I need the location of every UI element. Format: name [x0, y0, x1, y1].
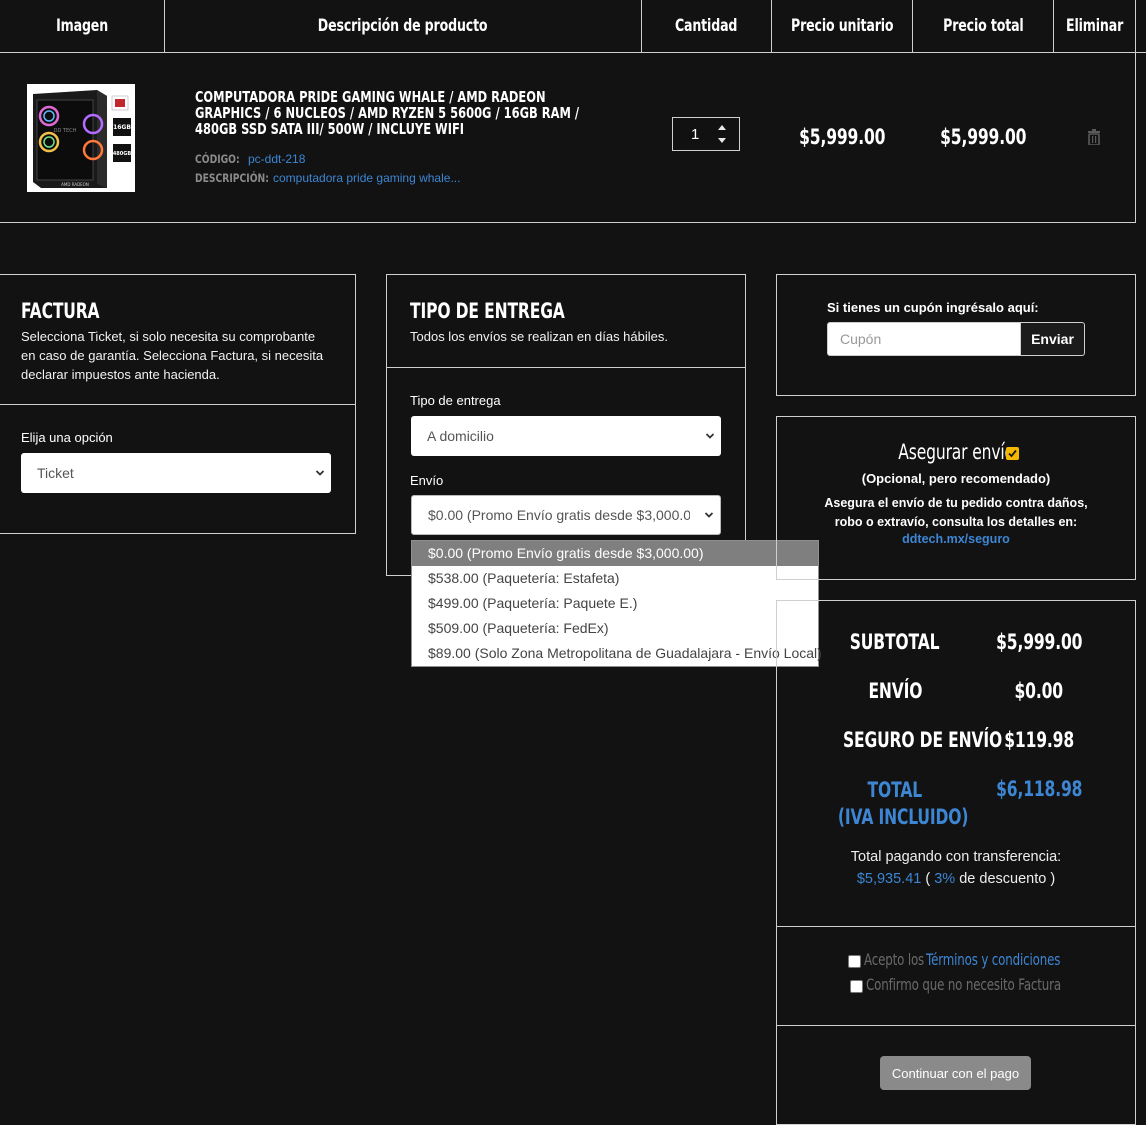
tipo-entrega-label: Tipo de entrega: [410, 393, 501, 408]
check-icon: [1008, 449, 1017, 458]
transfer-suffix: de descuento ): [959, 871, 1056, 887]
subtotal-value: $5,999.00: [995, 630, 1083, 654]
unit-price: $5,999.00: [798, 125, 886, 149]
envio-option[interactable]: $0.00 (Promo Envío gratis desde $3,000.0…: [412, 541, 818, 566]
envio-option[interactable]: $538.00 (Paquetería: Estafeta): [412, 566, 818, 591]
envio-summary-value: $0.00: [1014, 679, 1064, 703]
transfer-discount: 3%: [934, 871, 956, 887]
total-value: $6,118.98: [995, 777, 1083, 801]
chevron-down-icon: [705, 433, 715, 439]
header-imagen: Imagen: [56, 16, 108, 36]
cart-table-header: Imagen Descripción de producto Cantidad …: [0, 0, 1146, 53]
terms-checkbox[interactable]: [848, 955, 861, 968]
chevron-down-icon: [315, 470, 325, 476]
factura-selected-value: Ticket: [37, 465, 74, 481]
seguro-checkbox[interactable]: [1006, 447, 1019, 460]
trash-icon[interactable]: [1087, 129, 1101, 145]
factura-option-label: Elija una opción: [21, 430, 113, 445]
envio-select[interactable]: $0.00 (Promo Envío gratis desde $3,000.0…: [411, 495, 721, 535]
transfer-row: $5,935.41 ( 3% de descuento ): [776, 871, 1136, 887]
envio-label: Envío: [410, 473, 444, 488]
transfer-label: Total pagando con transferencia:: [850, 849, 1062, 865]
tipo-entrega-select[interactable]: A domicilio: [411, 416, 721, 456]
product-name[interactable]: COMPUTADORA PRIDE GAMING WHALE / AMD RAD…: [195, 89, 615, 137]
transfer-paren: (: [925, 871, 931, 887]
subtotal-label: SUBTOTAL: [850, 630, 940, 654]
envio-option[interactable]: $499.00 (Paquetería: Paquete E.): [412, 591, 818, 616]
cupon-placeholder: Cupón: [840, 331, 882, 347]
envio-selected-value: $0.00 (Promo Envío gratis desde $3,000.0…: [428, 507, 690, 523]
continuar-pago-button[interactable]: Continuar con el pago: [880, 1056, 1031, 1090]
factura-select[interactable]: Ticket: [21, 453, 331, 493]
no-factura-text: Confirmo que no necesito Factura: [866, 975, 1061, 994]
spinner-arrows-icon[interactable]: [717, 123, 727, 145]
envio-summary-label: ENVÍO: [868, 679, 922, 703]
enviar-cupon-button[interactable]: Enviar: [1020, 322, 1085, 356]
seguro-summary-value: $119.98: [1004, 728, 1074, 752]
image-badge-16gb: 16GB: [113, 124, 131, 131]
header-eliminar: Eliminar: [1066, 16, 1124, 36]
header-precio-total: Precio total: [942, 16, 1024, 36]
envio-option[interactable]: $89.00 (Solo Zona Metropolitana de Guada…: [412, 641, 822, 666]
code-label: CÓDIGO:: [195, 152, 240, 166]
image-badge-480gb: 480GB: [113, 151, 132, 157]
envio-option[interactable]: $509.00 (Paquetería: FedEx): [412, 616, 818, 641]
seguro-summary-label: SEGURO DE ENVÍO: [842, 728, 1003, 752]
total-price: $5,999.00: [939, 125, 1027, 149]
chevron-down-icon: [704, 512, 714, 518]
header-cantidad: Cantidad: [675, 16, 738, 36]
entrega-title: TIPO DE ENTREGA: [410, 299, 565, 323]
entrega-description: Todos los envíos se realizan en días háb…: [410, 329, 668, 344]
seguro-text: Asegura el envío de tu pedido contra dañ…: [824, 496, 1088, 529]
cupon-label: Si tienes un cupón ingrésalo aquí:: [827, 300, 1039, 315]
seguro-title: Asegurar envío: [898, 440, 1014, 464]
image-logo: DD TECH: [54, 128, 77, 134]
header-descripcion: Descripción de producto: [318, 16, 488, 36]
terms-prefix: Acepto los: [864, 950, 925, 969]
seguro-link[interactable]: ddtech.mx/seguro: [776, 532, 1136, 546]
factura-title: FACTURA: [21, 299, 100, 323]
transfer-amount: $5,935.41: [856, 871, 922, 887]
product-image[interactable]: 16GB 480GB DD TECH AMD RADEON: [27, 84, 135, 192]
image-brand: AMD RADEON: [61, 182, 89, 187]
terms-link[interactable]: Términos y condiciones: [926, 950, 1107, 970]
tipo-entrega-selected-value: A domicilio: [427, 428, 494, 444]
envio-dropdown-list: $0.00 (Promo Envío gratis desde $3,000.0…: [411, 540, 822, 667]
product-code: pc-ddt-218: [248, 152, 306, 166]
quantity-value[interactable]: 1: [691, 126, 699, 143]
seguro-subtitle: (Opcional, pero recomendado): [861, 471, 1051, 486]
product-description: computadora pride gaming whale...: [273, 171, 461, 185]
cupon-input[interactable]: Cupón: [827, 322, 1021, 356]
header-precio-unitario: Precio unitario: [790, 16, 894, 36]
total-label: TOTAL (IVA INCLUIDO): [837, 778, 969, 829]
seguro-title-row: Asegurar envío: [776, 440, 1136, 465]
quantity-stepper[interactable]: 1: [672, 117, 740, 151]
no-factura-checkbox[interactable]: [850, 980, 863, 993]
factura-description: Selecciona Ticket, si solo necesita su c…: [21, 329, 324, 382]
